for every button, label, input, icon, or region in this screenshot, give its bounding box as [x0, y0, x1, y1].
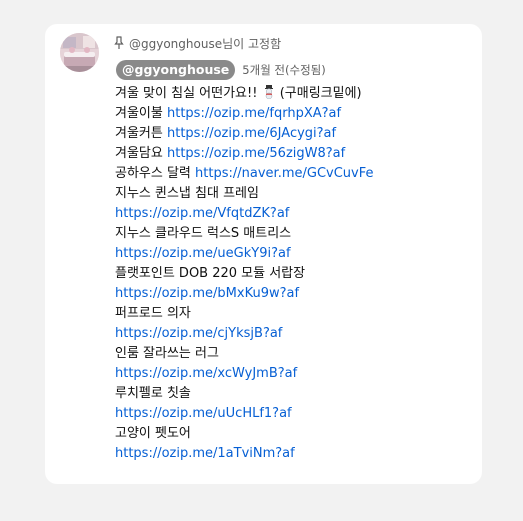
avatar-image [60, 33, 99, 72]
pinned-by-handle: @ggyonghouse [129, 36, 223, 51]
product-label: 퍼프로드 의자 [115, 306, 191, 321]
comment-line: 공하우스 달력 https://naver.me/GCvCuvFe [115, 164, 475, 184]
product-link[interactable]: https://ozip.me/56zigW8?af [167, 146, 345, 161]
product-label: 겨울커튼 [115, 126, 163, 141]
product-label: 플랫포인트 DOB 220 모듈 서랍장 [115, 266, 306, 281]
comment-line: 퍼프로드 의자 [115, 304, 475, 324]
comment-intro-suffix: (구매링크밑에) [279, 86, 362, 101]
product-link[interactable]: https://ozip.me/1aTviNm?af [115, 446, 295, 461]
product-link[interactable]: https://ozip.me/fqrhpXA?af [167, 106, 341, 121]
comment-line: 루치펠로 칫솔 [115, 384, 475, 404]
pinned-comment-card: @ggyonghouse님이 고정함 @ggyonghouse 5개월 전(수정… [45, 24, 482, 484]
comment-line: https://ozip.me/ueGkY9i?af [115, 244, 475, 264]
avatar[interactable] [60, 33, 99, 72]
product-link[interactable]: https://ozip.me/VfqtdZK?af [115, 206, 289, 221]
product-label: 지누스 클라우드 럭스S 매트리스 [115, 226, 292, 241]
comment-line: https://ozip.me/uUcHLf1?af [115, 404, 475, 424]
comment-line: 겨울이불 https://ozip.me/fqrhpXA?af [115, 104, 475, 124]
comment-line: https://ozip.me/1aTviNm?af [115, 444, 475, 464]
product-link[interactable]: https://ozip.me/uUcHLf1?af [115, 406, 292, 421]
pinned-indicator: @ggyonghouse님이 고정함 [114, 34, 281, 52]
product-label: 지누스 퀸스냅 침대 프레임 [115, 186, 259, 201]
comment-line: https://ozip.me/bMxKu9w?af [115, 284, 475, 304]
product-label: 루치펠로 칫솔 [115, 386, 191, 401]
product-link[interactable]: https://ozip.me/xcWyJmB?af [115, 366, 297, 381]
product-link[interactable]: https://naver.me/GCvCuvFe [195, 166, 373, 181]
product-label: 고양이 펫도어 [115, 426, 191, 441]
comment-intro-text: 겨울 맞이 침실 어떤가요!! [115, 86, 258, 101]
comment-line: https://ozip.me/cjYksjB?af [115, 324, 475, 344]
comment-line: 겨울커튼 https://ozip.me/6JAcygi?af [115, 124, 475, 144]
comment-header: @ggyonghouse 5개월 전(수정됨) [116, 60, 326, 80]
product-link[interactable]: https://ozip.me/6JAcygi?af [167, 126, 336, 141]
product-link[interactable]: https://ozip.me/bMxKu9w?af [115, 286, 299, 301]
snowman-icon [262, 85, 276, 100]
comment-line: https://ozip.me/xcWyJmB?af [115, 364, 475, 384]
product-label: 인룸 잘라쓰는 러그 [115, 346, 219, 361]
product-link[interactable]: https://ozip.me/cjYksjB?af [115, 326, 282, 341]
comment-intro-line: 겨울 맞이 침실 어떤가요!! (구매링크밑에) [115, 84, 475, 104]
author-name-chip[interactable]: @ggyonghouse [116, 60, 236, 80]
comment-line: 겨울담요 https://ozip.me/56zigW8?af [115, 144, 475, 164]
comment-line: 지누스 클라우드 럭스S 매트리스 [115, 224, 475, 244]
product-label: 겨울담요 [115, 146, 163, 161]
product-link[interactable]: https://ozip.me/ueGkY9i?af [115, 246, 291, 261]
comment-line: 인룸 잘라쓰는 러그 [115, 344, 475, 364]
comment-body: 겨울 맞이 침실 어떤가요!! (구매링크밑에) 겨울이불 https://oz… [115, 84, 475, 464]
pinned-label: @ggyonghouse님이 고정함 [129, 35, 281, 52]
comment-line: 지누스 퀸스냅 침대 프레임 [115, 184, 475, 204]
comment-line: 플랫포인트 DOB 220 모듈 서랍장 [115, 264, 475, 284]
product-label: 겨울이불 [115, 106, 163, 121]
comment-line: 고양이 펫도어 [115, 424, 475, 444]
pinned-by-suffix: 님이 고정함 [222, 36, 282, 51]
pin-icon [114, 36, 124, 50]
comment-line: https://ozip.me/VfqtdZK?af [115, 204, 475, 224]
product-label: 공하우스 달력 [115, 166, 191, 181]
comment-timestamp[interactable]: 5개월 전(수정됨) [242, 62, 325, 78]
